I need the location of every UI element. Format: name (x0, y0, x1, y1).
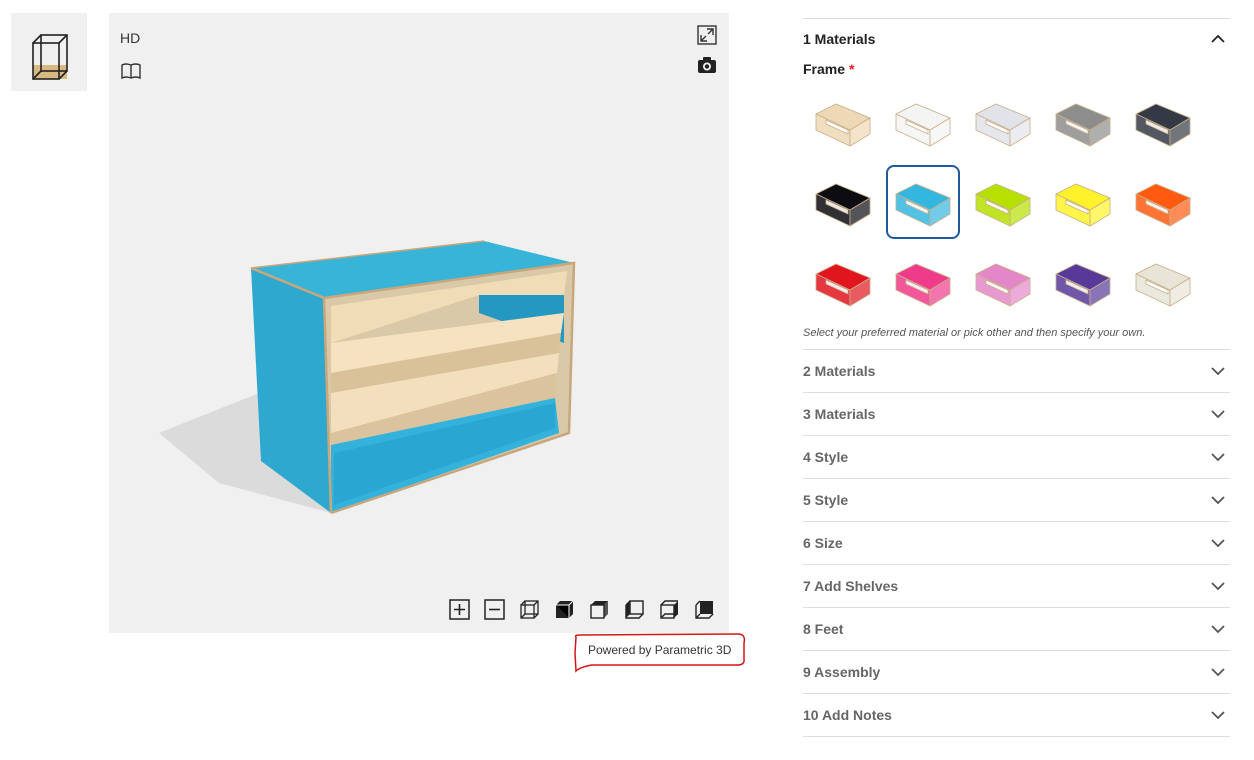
cabinet-3d-render[interactable] (109, 13, 729, 633)
chevron-down-icon (1211, 711, 1225, 720)
chevron-down-icon (1211, 625, 1225, 634)
material-swatch[interactable] (966, 245, 1040, 319)
material-swatch[interactable] (1046, 85, 1120, 159)
material-swatch[interactable] (886, 85, 960, 159)
material-box-icon (1055, 103, 1111, 147)
material-swatch[interactable] (806, 245, 880, 319)
accordion-header-1[interactable]: 1 Materials (803, 18, 1230, 59)
required-asterisk: * (849, 61, 855, 77)
material-swatch[interactable] (806, 165, 880, 239)
accordion-header-6[interactable]: 6 Size (803, 521, 1230, 564)
cube-frame-thumbnail-image (32, 34, 68, 80)
chevron-down-icon (1211, 668, 1225, 677)
material-box-icon (1135, 183, 1191, 227)
chevron-down-icon (1211, 453, 1225, 462)
hd-toggle[interactable]: HD (120, 30, 140, 46)
material-swatch[interactable] (966, 85, 1040, 159)
3d-viewer[interactable]: HD (109, 13, 729, 633)
back-view-icon[interactable] (694, 599, 715, 620)
accordion-header-9[interactable]: 9 Assembly (803, 650, 1230, 693)
material-box-icon (1055, 183, 1111, 227)
camera-icon[interactable] (697, 56, 717, 74)
material-hint-text: Select your preferred material or pick o… (803, 327, 1146, 339)
frame-label-text: Frame (803, 61, 846, 77)
material-box-icon (815, 103, 871, 147)
front-view-icon[interactable] (589, 599, 610, 620)
accordion-header-8[interactable]: 8 Feet (803, 607, 1230, 650)
material-box-icon (895, 263, 951, 307)
powered-by-text[interactable]: Powered by Parametric 3D (588, 643, 731, 657)
powered-by-badge[interactable]: Powered by Parametric 3D (572, 633, 746, 673)
book-icon[interactable] (120, 62, 142, 80)
chevron-down-icon (1211, 539, 1225, 548)
material-swatch[interactable] (806, 85, 880, 159)
accordion-header-5[interactable]: 5 Style (803, 478, 1230, 521)
chevron-down-icon (1211, 410, 1225, 419)
accordion-header-4[interactable]: 4 Style (803, 435, 1230, 478)
accordion-label: 8 Feet (803, 621, 844, 637)
view-controls (449, 599, 715, 621)
material-swatch[interactable] (1126, 165, 1200, 239)
accordion-label: 1 Materials (803, 31, 876, 47)
material-swatch[interactable] (1126, 245, 1200, 319)
accordion-label: 3 Materials (803, 406, 876, 422)
configuration-panel: 1 Materials Frame * Select your preferred m… (803, 18, 1230, 737)
material-box-icon (815, 183, 871, 227)
zoom-out-icon[interactable] (484, 599, 505, 620)
chevron-down-icon (1211, 367, 1225, 376)
material-box-icon (975, 183, 1031, 227)
accordion-label: 7 Add Shelves (803, 578, 899, 594)
material-swatches (806, 85, 1230, 319)
product-thumbnail[interactable] (11, 13, 87, 91)
accordion-header-3[interactable]: 3 Materials (803, 392, 1230, 435)
fullscreen-icon[interactable] (697, 25, 717, 45)
material-box-icon (1135, 103, 1191, 147)
material-swatch[interactable] (1046, 245, 1120, 319)
material-box-icon (1055, 263, 1111, 307)
accordion-label: 5 Style (803, 492, 849, 508)
chevron-down-icon (1211, 582, 1225, 591)
chevron-up-icon (1211, 34, 1225, 43)
accordion-header-10[interactable]: 10 Add Notes (803, 693, 1230, 736)
material-box-icon (1135, 263, 1191, 307)
accordion-label: 4 Style (803, 449, 849, 465)
solid-cube-icon[interactable] (554, 599, 575, 620)
left-view-icon[interactable] (624, 599, 645, 620)
zoom-in-icon[interactable] (449, 599, 470, 620)
material-box-icon (975, 103, 1031, 147)
material-swatch[interactable] (886, 245, 960, 319)
material-box-icon (895, 183, 951, 227)
accordion-label: 2 Materials (803, 363, 876, 379)
right-view-icon[interactable] (659, 599, 680, 620)
material-swatch[interactable] (886, 165, 960, 239)
material-box-icon (895, 103, 951, 147)
panel-bottom-divider (803, 736, 1230, 737)
material-swatch[interactable] (1126, 85, 1200, 159)
accordion-label: 9 Assembly (803, 664, 881, 680)
accordion-header-7[interactable]: 7 Add Shelves (803, 564, 1230, 607)
accordion-body-materials: Frame * Select your preferred material or … (803, 61, 1230, 345)
chevron-down-icon (1211, 496, 1225, 505)
material-swatch[interactable] (1046, 165, 1120, 239)
material-box-icon (975, 263, 1031, 307)
accordion-header-2[interactable]: 2 Materials (803, 349, 1230, 392)
material-swatch[interactable] (966, 165, 1040, 239)
accordion-label: 10 Add Notes (803, 707, 892, 723)
frame-label: Frame * (803, 61, 1230, 77)
wireframe-cube-icon[interactable] (519, 599, 540, 620)
accordion-label: 6 Size (803, 535, 843, 551)
material-box-icon (815, 263, 871, 307)
